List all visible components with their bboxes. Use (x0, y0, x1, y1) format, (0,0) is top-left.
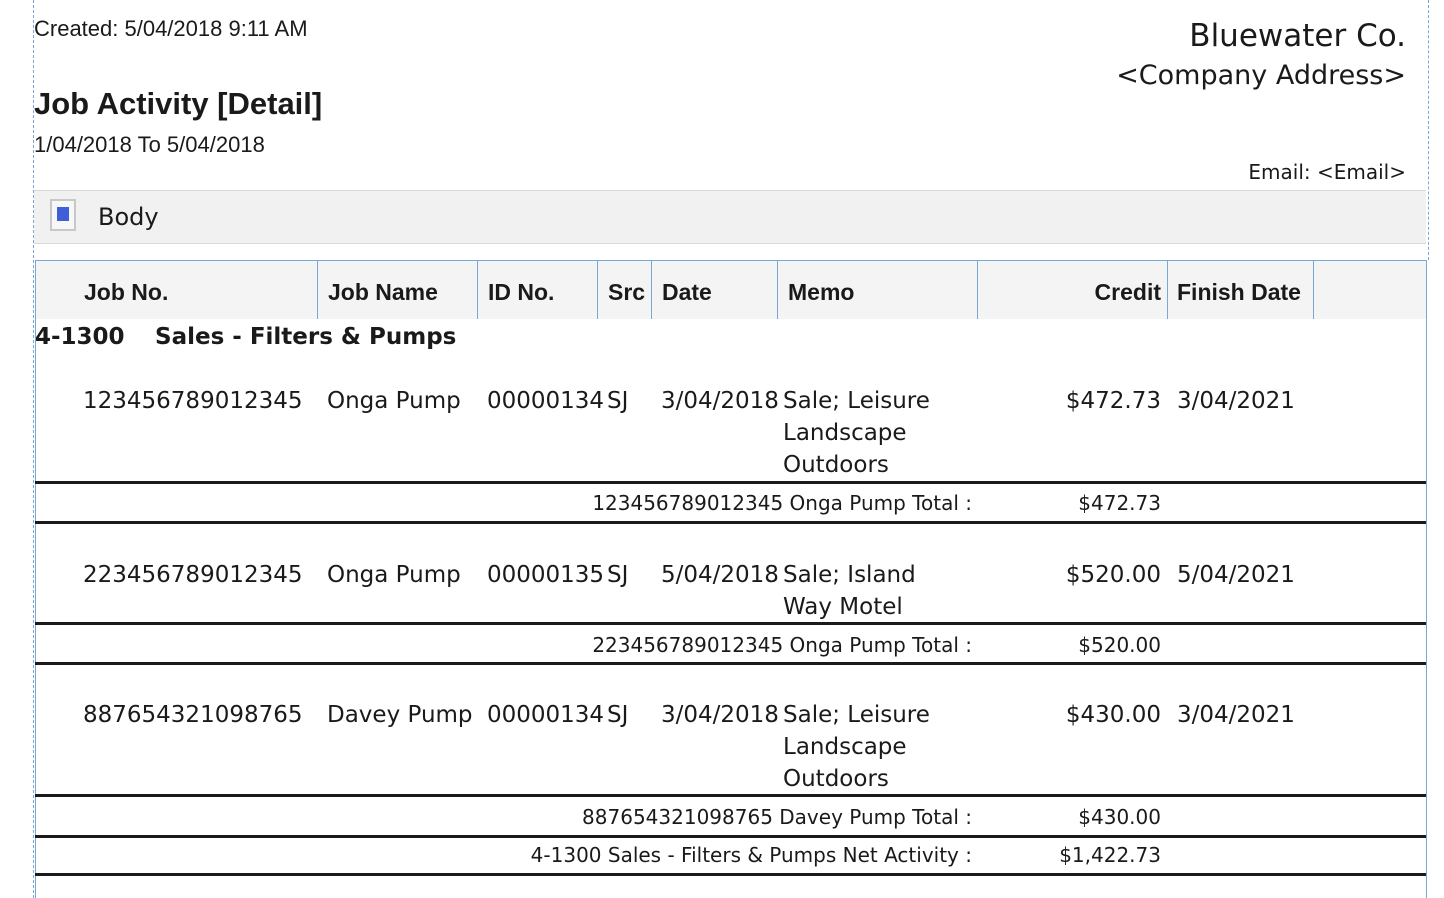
job-total-label: 887654321098765 Davey Pump Total : (582, 805, 972, 829)
id-no-cell: 00000135 (487, 562, 605, 588)
column-header-credit[interactable]: Credit (978, 261, 1168, 319)
finish-date-cell: 3/04/2021 (1177, 702, 1295, 728)
date-cell: 5/04/2018 (661, 562, 779, 588)
memo-cell: Sale; Leisure Landscape Outdoors (783, 702, 930, 792)
job-name-cell: Onga Pump (327, 388, 461, 414)
job-total-value: $520.00 (1078, 633, 1161, 657)
id-no-cell: 00000134 (487, 702, 605, 728)
job-total-value: $430.00 (1078, 805, 1161, 829)
job-name-cell: Davey Pump (327, 702, 473, 728)
finish-date-cell: 3/04/2021 (1177, 388, 1295, 414)
finish-date-cell: 5/04/2021 (1177, 562, 1295, 588)
memo-cell: Sale; Leisure Landscape Outdoors (783, 388, 930, 478)
net-activity-value: $1,422.73 (1059, 843, 1161, 867)
job-total-label: 123456789012345 Onga Pump Total : (592, 491, 972, 515)
group-account-name: Sales - Filters & Pumps (155, 324, 457, 350)
job-no-cell: 223456789012345 (83, 562, 303, 588)
memo-cell: Sale; Island Way Motel (783, 562, 916, 620)
credit-cell: $430.00 (1065, 702, 1161, 728)
src-cell: SJ (607, 388, 629, 414)
column-header-row: Job No. Job Name ID No. Src Date Memo Cr… (35, 260, 1427, 319)
company-name: Bluewater Co. (1189, 18, 1406, 54)
job-total-label: 223456789012345 Onga Pump Total : (592, 633, 972, 657)
column-header-finish-date[interactable]: Finish Date (1168, 261, 1314, 319)
date-cell: 3/04/2018 (661, 388, 779, 414)
created-timestamp: Created: 5/04/2018 9:11 AM (34, 16, 308, 41)
report-date-range: 1/04/2018 To 5/04/2018 (34, 132, 265, 157)
section-icon[interactable] (50, 199, 76, 231)
job-name-cell: Onga Pump (327, 562, 461, 588)
id-no-cell: 00000134 (487, 388, 605, 414)
job-no-cell: 887654321098765 (83, 702, 303, 728)
net-activity-label: 4-1300 Sales - Filters & Pumps Net Activ… (530, 843, 972, 867)
date-cell: 3/04/2018 (661, 702, 779, 728)
company-address: <Company Address> (1116, 60, 1406, 91)
report-title: Job Activity [Detail] (34, 86, 323, 121)
column-header-memo[interactable]: Memo (778, 261, 978, 319)
job-no-cell: 123456789012345 (83, 388, 303, 414)
body-section-label: Body (98, 203, 159, 231)
company-email: Email: <Email> (1248, 160, 1406, 184)
body-section-band[interactable]: Body (34, 190, 1426, 244)
column-header-job-name[interactable]: Job Name (318, 261, 478, 319)
column-header-job-no[interactable]: Job No. (36, 261, 318, 319)
column-header-blank (1314, 261, 1426, 319)
column-header-date[interactable]: Date (652, 261, 778, 319)
src-cell: SJ (607, 702, 629, 728)
column-header-id-no[interactable]: ID No. (478, 261, 598, 319)
credit-cell: $472.73 (1065, 388, 1161, 414)
src-cell: SJ (607, 562, 629, 588)
group-account-number: 4-1300 (35, 324, 125, 350)
credit-cell: $520.00 (1065, 562, 1161, 588)
job-total-value: $472.73 (1078, 491, 1161, 515)
column-header-src[interactable]: Src (598, 261, 652, 319)
